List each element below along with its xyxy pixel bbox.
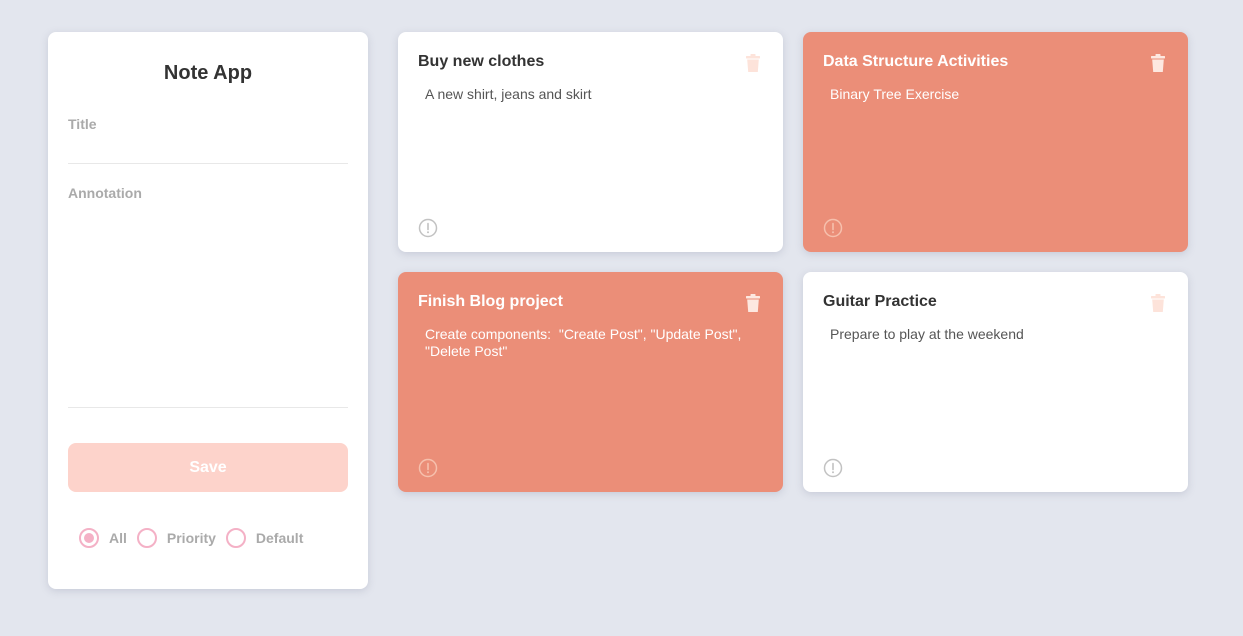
note-title: Guitar Practice [823, 293, 937, 310]
note-form: Note App Title Annotation Save All Prior… [48, 32, 368, 589]
annotation-input[interactable] [68, 204, 348, 408]
filter-priority[interactable]: Priority [136, 528, 216, 548]
note-card: Data Structure Activities Binary Tree Ex… [803, 32, 1188, 252]
trash-icon[interactable] [745, 54, 761, 72]
note-card: Finish Blog project Create components: "… [398, 272, 783, 492]
filter-all-radio[interactable] [79, 528, 99, 548]
filter-group: All Priority Default [79, 527, 313, 549]
note-card: Buy new clothes A new shirt, jeans and s… [398, 32, 783, 252]
annotation-label: Annotation [68, 185, 142, 201]
trash-icon[interactable] [1150, 54, 1166, 72]
filter-all-label: All [109, 530, 127, 546]
title-label: Title [68, 116, 97, 132]
trash-icon[interactable] [745, 294, 761, 312]
info-icon[interactable] [823, 218, 843, 238]
note-title: Buy new clothes [418, 53, 545, 70]
note-body: Prepare to play at the weekend [830, 326, 1024, 342]
filter-all[interactable]: All [79, 528, 127, 548]
filter-priority-label: Priority [166, 530, 216, 546]
filter-default-label: Default [255, 530, 304, 546]
note-card: Guitar Practice Prepare to play at the w… [803, 272, 1188, 492]
note-title: Finish Blog project [418, 293, 563, 310]
filter-default-radio[interactable] [225, 528, 246, 548]
app-title: Note App [163, 62, 253, 84]
filter-default[interactable]: Default [225, 528, 304, 548]
note-body: Binary Tree Exercise [830, 86, 960, 102]
note-title: Data Structure Activities [823, 53, 1009, 70]
note-body: A new shirt, jeans and skirt [425, 86, 592, 102]
filter-priority-radio[interactable] [136, 528, 157, 548]
note-body: Create components: "Create Post", "Updat… [425, 326, 742, 359]
title-input[interactable] [68, 132, 348, 164]
trash-icon[interactable] [1150, 294, 1166, 312]
save-button[interactable]: Save [68, 443, 348, 492]
info-icon[interactable] [823, 458, 843, 478]
info-icon[interactable] [418, 458, 438, 478]
info-icon[interactable] [418, 218, 438, 238]
